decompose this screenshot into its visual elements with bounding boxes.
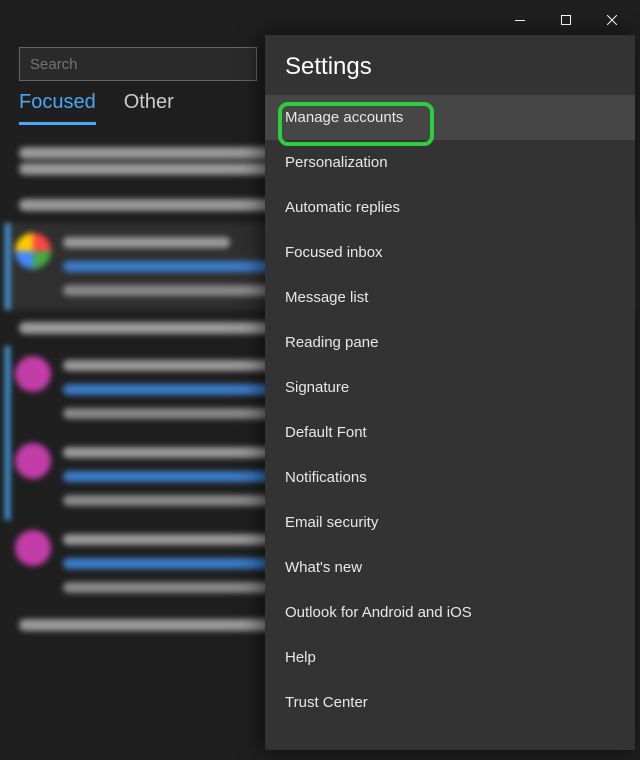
search-input-container[interactable]	[19, 47, 257, 81]
settings-item-notifications[interactable]: Notifications	[265, 455, 635, 500]
avatar	[15, 356, 51, 392]
selection-indicator	[5, 223, 10, 310]
settings-item-automatic-replies[interactable]: Automatic replies	[265, 185, 635, 230]
settings-panel: Settings Manage accounts Personalization…	[265, 35, 635, 750]
settings-item-message-list[interactable]: Message list	[265, 275, 635, 320]
settings-item-default-font[interactable]: Default Font	[265, 410, 635, 455]
settings-item-trust-center[interactable]: Trust Center	[265, 680, 635, 725]
settings-title: Settings	[265, 35, 635, 95]
selection-indicator	[5, 346, 10, 433]
search-input[interactable]	[30, 56, 246, 73]
minimize-button[interactable]	[497, 5, 543, 35]
avatar	[15, 443, 51, 479]
tab-other[interactable]: Other	[124, 91, 174, 125]
settings-item-email-security[interactable]: Email security	[265, 500, 635, 545]
settings-item-personalization[interactable]: Personalization	[265, 140, 635, 185]
settings-item-outlook-mobile[interactable]: Outlook for Android and iOS	[265, 590, 635, 635]
settings-item-reading-pane[interactable]: Reading pane	[265, 320, 635, 365]
close-button[interactable]	[589, 5, 635, 35]
titlebar	[5, 5, 635, 35]
settings-item-whats-new[interactable]: What's new	[265, 545, 635, 590]
maximize-button[interactable]	[543, 5, 589, 35]
avatar	[15, 530, 51, 566]
settings-item-manage-accounts[interactable]: Manage accounts	[265, 95, 635, 140]
settings-item-focused-inbox[interactable]: Focused inbox	[265, 230, 635, 275]
avatar	[15, 233, 51, 269]
selection-indicator	[5, 433, 10, 520]
tab-focused[interactable]: Focused	[19, 91, 96, 125]
settings-item-help[interactable]: Help	[265, 635, 635, 680]
settings-item-signature[interactable]: Signature	[265, 365, 635, 410]
